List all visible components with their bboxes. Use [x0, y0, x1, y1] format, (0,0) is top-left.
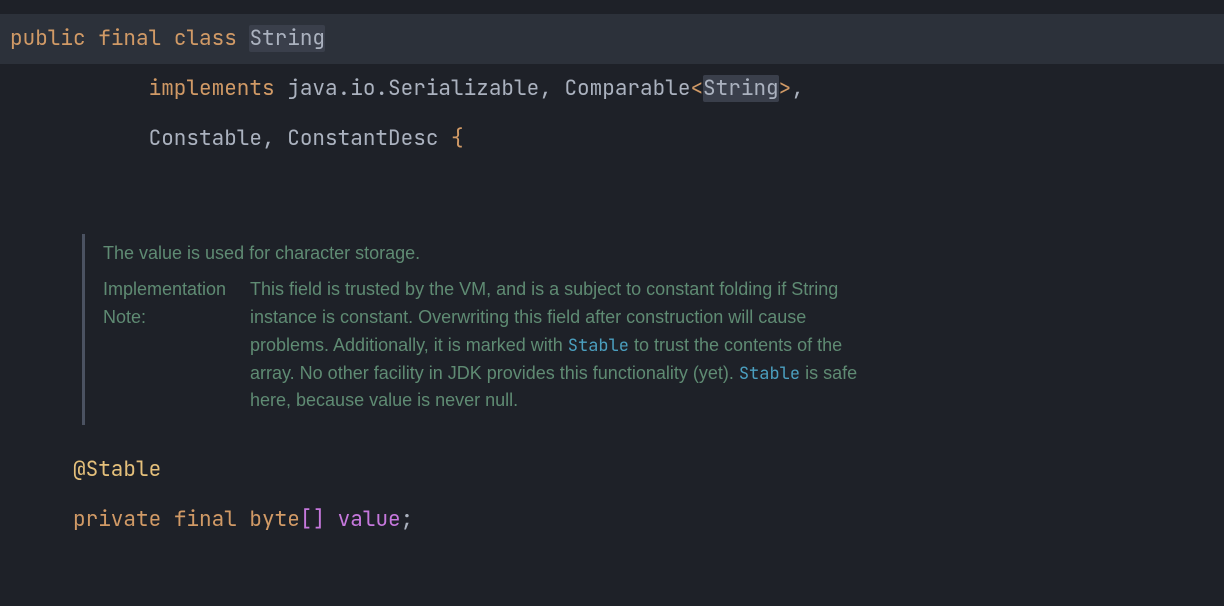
javadoc-note-label: Implementation Note: [103, 276, 238, 415]
impl-serializable: java.io.Serializable [287, 75, 539, 102]
angle-open: < [690, 75, 703, 102]
field-name-value: value [338, 506, 401, 533]
impl-constantdesc: ConstantDesc [287, 125, 438, 152]
doc-code-stable[interactable]: Stable [568, 335, 629, 357]
angle-close: > [779, 75, 792, 102]
comma: , [791, 75, 804, 102]
code-line-3[interactable]: Constable, ConstantDesc { [0, 114, 1224, 164]
doc-code-stable-2[interactable]: Stable [739, 363, 800, 385]
generic-string: String [703, 75, 779, 102]
semicolon: ; [401, 506, 414, 533]
code-line-1[interactable]: public final class String [0, 14, 1224, 64]
bracket-open: [ [300, 506, 313, 533]
keyword-implements: implements [149, 75, 275, 102]
comma: , [539, 75, 552, 102]
code-line-field[interactable]: private final byte[] value; [0, 495, 1224, 545]
impl-constable: Constable [149, 125, 262, 152]
javadoc-note-row: Implementation Note: This field is trust… [103, 276, 884, 415]
impl-comparable: Comparable [564, 75, 690, 102]
class-name-string: String [249, 25, 325, 52]
keyword-final: final [174, 506, 237, 533]
code-editor[interactable]: public final class String implements jav… [0, 0, 1224, 606]
code-line-annotation[interactable]: @Stable [0, 445, 1224, 495]
keyword-public: public [10, 25, 86, 52]
bracket-close: ] [312, 506, 325, 533]
brace-open: { [451, 125, 464, 152]
annotation-stable: @Stable [73, 456, 161, 483]
javadoc-summary: The value is used for character storage. [103, 240, 884, 268]
keyword-final: final [98, 25, 161, 52]
comma: , [262, 125, 275, 152]
keyword-private: private [73, 506, 161, 533]
code-line-blank[interactable] [0, 164, 1224, 214]
type-byte: byte [249, 506, 299, 533]
javadoc-block: The value is used for character storage.… [82, 234, 902, 425]
keyword-class: class [174, 25, 237, 52]
javadoc-note-body: This field is trusted by the VM, and is … [250, 276, 884, 415]
code-line-2[interactable]: implements java.io.Serializable, Compara… [0, 64, 1224, 114]
